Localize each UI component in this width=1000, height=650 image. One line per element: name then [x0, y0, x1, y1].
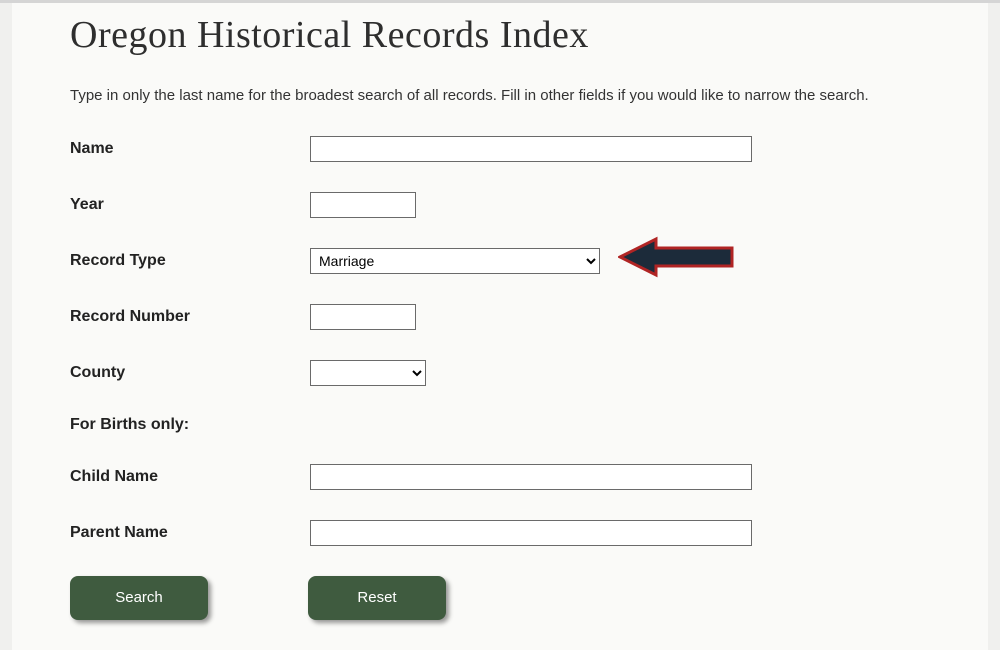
reset-button[interactable]: Reset [308, 576, 446, 620]
record-number-input[interactable] [310, 304, 416, 330]
instructions-text: Type in only the last name for the broad… [70, 85, 930, 108]
record-number-row: Record Number [70, 304, 930, 330]
county-row: County [70, 360, 930, 386]
button-row: Search Reset [70, 576, 930, 620]
child-name-input[interactable] [310, 464, 752, 490]
record-type-row: Record Type Marriage [70, 248, 930, 274]
name-row: Name [70, 136, 930, 162]
year-label: Year [70, 196, 310, 214]
record-type-label: Record Type [70, 252, 310, 270]
child-name-label: Child Name [70, 468, 310, 486]
parent-name-input[interactable] [310, 520, 752, 546]
name-label: Name [70, 140, 310, 158]
births-section-heading: For Births only: [70, 416, 930, 434]
page-title: Oregon Historical Records Index [70, 13, 930, 57]
year-input[interactable] [310, 192, 416, 218]
parent-name-row: Parent Name [70, 520, 930, 546]
record-type-select[interactable]: Marriage [310, 248, 600, 274]
year-row: Year [70, 192, 930, 218]
name-input[interactable] [310, 136, 752, 162]
child-name-row: Child Name [70, 464, 930, 490]
parent-name-label: Parent Name [70, 524, 310, 542]
search-button[interactable]: Search [70, 576, 208, 620]
record-number-label: Record Number [70, 308, 310, 326]
county-select[interactable] [310, 360, 426, 386]
county-label: County [70, 364, 310, 382]
